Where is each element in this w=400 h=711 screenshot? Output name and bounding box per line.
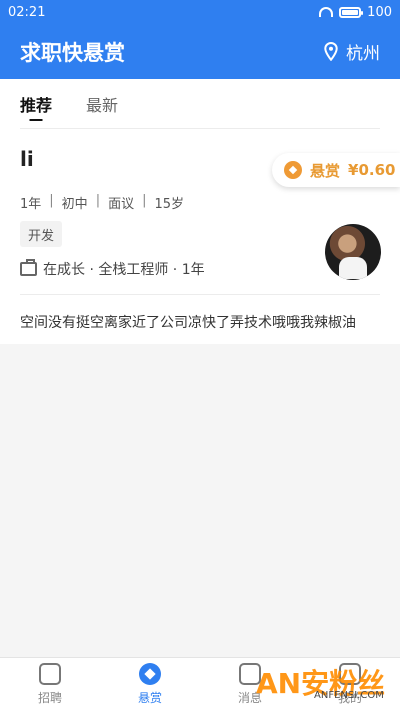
candidate-age: 15岁 (154, 197, 185, 212)
app-title: 求职快悬赏 (20, 40, 125, 65)
wifi-icon (319, 7, 334, 17)
location-pin-icon (324, 42, 338, 61)
app-header: 求职快悬赏 杭州 (0, 24, 400, 79)
meta-separator: | (49, 193, 54, 208)
meta-separator: | (142, 193, 147, 208)
job-seeker-card[interactable]: li 悬赏 ¥0.60 1年 | 初中 | 面议 | 15岁 开发 在成长 · … (0, 129, 400, 344)
status-bar: 02:21 100 (0, 0, 400, 24)
nav-recruit[interactable]: 招聘 (0, 658, 100, 711)
reward-icon (284, 161, 302, 179)
candidate-name: li (20, 147, 34, 171)
education-level: 初中 (61, 197, 88, 212)
location-selector[interactable]: 杭州 (324, 39, 380, 64)
candidate-description: 空间没有挺空离家近了公司凉快了弄技术哦哦我辣椒油 (20, 315, 356, 331)
tab-latest[interactable]: 最新 (86, 79, 118, 129)
reward-amount: ¥0.60 (348, 161, 396, 179)
reward-icon (139, 663, 161, 685)
watermark-logo: AN安粉丝 ANFENSI.COM (256, 660, 400, 708)
work-experience: 在成长 · 全栈工程师 · 1年 (20, 259, 205, 279)
avatar-photo (339, 257, 367, 279)
location-label: 杭州 (346, 44, 380, 64)
experience-years: 1年 (20, 197, 42, 212)
card-divider (20, 294, 380, 295)
salary-expectation: 面议 (108, 197, 135, 212)
status-time: 02:21 (8, 4, 46, 20)
briefcase-icon (20, 259, 37, 276)
nav-reward[interactable]: 悬赏 (100, 658, 200, 711)
skill-tag: 开发 (20, 221, 63, 247)
reward-label: 悬赏 (310, 161, 341, 180)
watermark-url: ANFENSI.COM (314, 690, 384, 701)
candidate-meta: 1年 | 初中 | 面议 | 15岁 (20, 193, 184, 212)
meta-separator: | (95, 193, 101, 208)
reward-badge: 悬赏 ¥0.60 (272, 153, 400, 187)
work-experience-text: 在成长 · 全栈工程师 · 1年 (43, 262, 205, 278)
nav-reward-label: 悬赏 (137, 691, 162, 705)
briefcase-icon (39, 663, 61, 685)
tab-bar: 推荐 最新 (0, 79, 400, 129)
candidate-avatar (325, 224, 381, 280)
tab-recommend[interactable]: 推荐 (20, 79, 52, 129)
battery-percent: 100 (367, 4, 392, 20)
battery-icon (339, 6, 364, 18)
nav-recruit-label: 招聘 (37, 691, 62, 705)
status-icons: 100 (319, 5, 392, 20)
